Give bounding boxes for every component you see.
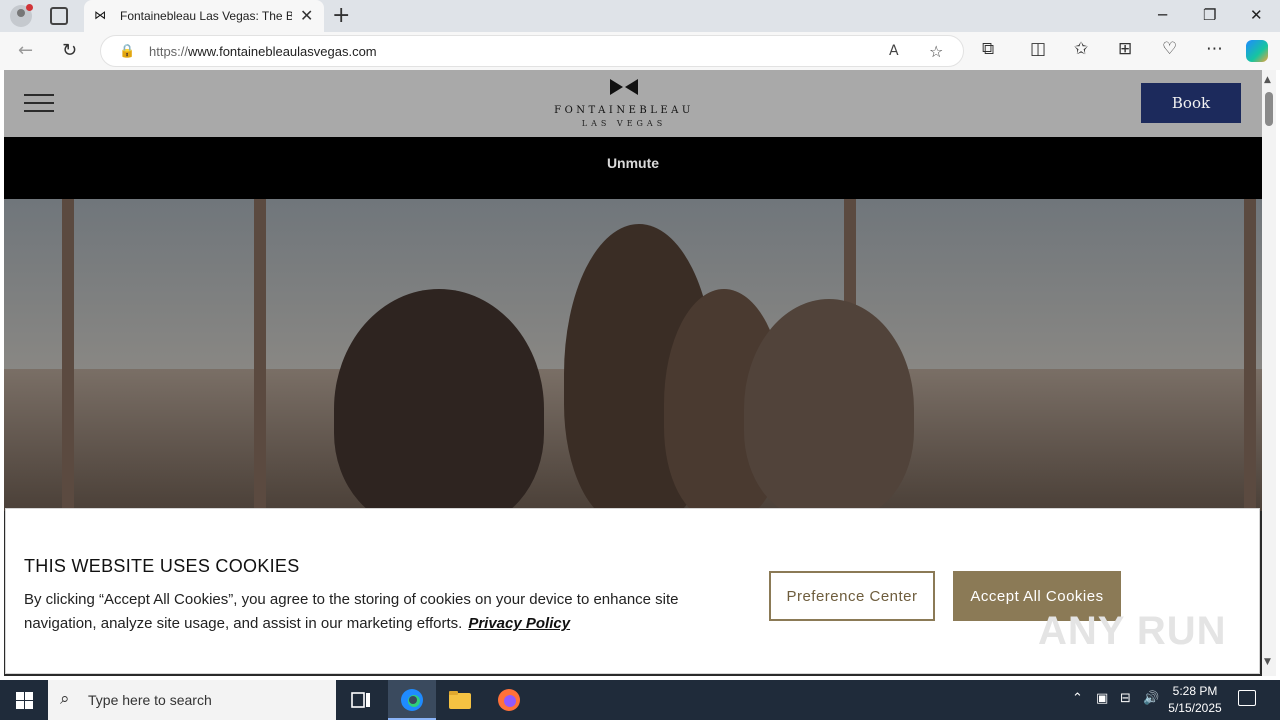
collections-icon[interactable]: ⊞ (1118, 39, 1132, 59)
hero-video-image (4, 199, 1262, 511)
browser-tab-active[interactable]: ⋈ Fontainebleau Las Vegas: The Best ✕ (84, 0, 324, 32)
clock-date: 5/15/2025 (1168, 701, 1222, 715)
hero-person (744, 299, 914, 511)
window-restore-icon[interactable]: ❐ (1203, 6, 1216, 24)
preference-center-button[interactable]: Preference Center (769, 571, 935, 621)
logo-name: FONTAINEBLEAU (554, 105, 694, 116)
lock-icon[interactable]: 🔒 (119, 44, 135, 59)
url-host: www.fontainebleaulasvegas.com (188, 44, 377, 59)
privacy-policy-link[interactable]: Privacy Policy (468, 615, 570, 632)
address-bar[interactable]: 🔒 https://www.fontainebleaulasvegas.com … (100, 35, 964, 67)
book-button[interactable]: Book (1141, 83, 1241, 123)
notification-center-icon[interactable] (1238, 690, 1256, 706)
windows-start-icon[interactable] (16, 692, 33, 709)
scroll-down-icon[interactable]: ▼ (1264, 657, 1271, 667)
tab-title: Fontainebleau Las Vegas: The Best (120, 9, 292, 23)
favorite-star-icon[interactable]: ☆ (929, 42, 943, 61)
watermark-logo: ANY RUN (1038, 609, 1227, 653)
cookie-title: THIS WEBSITE USES COOKIES (24, 556, 300, 576)
network-icon[interactable]: ⊟ (1120, 691, 1131, 706)
back-icon[interactable]: ← (18, 40, 33, 61)
taskbar-clock[interactable]: 5:28 PM 5/15/2025 (1160, 683, 1230, 717)
tab-actions-icon[interactable] (50, 7, 68, 25)
address-url[interactable]: https://www.fontainebleaulasvegas.com (149, 44, 377, 59)
menu-hamburger-icon[interactable] (24, 94, 54, 114)
new-tab-icon[interactable]: + (332, 3, 350, 28)
video-control-bar: Unmute (4, 137, 1262, 199)
site-logo[interactable]: FONTAINEBLEAU LAS VEGAS (544, 78, 704, 130)
browser-toolbar: ← ↻ 🔒 https://www.fontainebleaulasvegas.… (0, 32, 1280, 70)
scroll-thumb[interactable] (1265, 92, 1273, 126)
site-header: FONTAINEBLEAU LAS VEGAS Book (4, 70, 1262, 137)
tray-chevron-icon[interactable]: ⌃ (1072, 691, 1083, 706)
scroll-up-icon[interactable]: ▲ (1264, 75, 1271, 85)
page-scrollbar[interactable]: ▲ ▼ (1262, 70, 1276, 676)
clock-time: 5:28 PM (1172, 684, 1218, 698)
site-favicon-icon: ⋈ (94, 8, 106, 22)
refresh-icon[interactable]: ↻ (62, 40, 77, 61)
taskbar-search-placeholder: Type here to search (88, 692, 212, 708)
tray-device-icon[interactable]: ▣ (1096, 691, 1108, 706)
more-menu-icon[interactable]: ⋯ (1206, 39, 1223, 59)
window-close-icon[interactable]: ✕ (1250, 6, 1263, 24)
task-view-icon[interactable] (348, 687, 374, 713)
profile-notification-dot (26, 4, 33, 11)
file-explorer-icon[interactable] (447, 687, 473, 713)
window-minimize-icon[interactable]: ─ (1158, 6, 1167, 24)
tab-close-icon[interactable]: ✕ (300, 6, 313, 25)
search-icon: ⌕ (60, 689, 70, 709)
taskbar-search[interactable]: ⌕ Type here to search (48, 680, 336, 720)
favorites-icon[interactable]: ✩ (1074, 39, 1088, 59)
logo-subtitle: LAS VEGAS (581, 119, 667, 128)
windows-taskbar: ⌕ Type here to search ⌃ ▣ ⊟ 🔊 5:28 PM 5/… (0, 680, 1280, 720)
cookie-body-text: By clicking “Accept All Cookies”, you ag… (24, 591, 679, 632)
edge-icon (401, 689, 423, 711)
extensions-icon[interactable]: ⧉ (982, 39, 994, 59)
volume-icon[interactable]: 🔊 (1143, 691, 1159, 706)
window-frame (254, 199, 266, 511)
split-screen-icon[interactable]: ◫ (1030, 39, 1046, 59)
cookie-banner: THIS WEBSITE USES COOKIES By clicking “A… (5, 508, 1260, 674)
browser-tabbar: ⋈ Fontainebleau Las Vegas: The Best ✕ + … (0, 0, 1280, 32)
cookie-body: By clicking “Accept All Cookies”, you ag… (24, 588, 744, 636)
url-scheme: https:// (149, 44, 189, 59)
unmute-button[interactable]: Unmute (4, 155, 1262, 171)
read-aloud-icon[interactable]: A (889, 43, 899, 59)
bowtie-logo-icon (610, 79, 638, 95)
taskbar-edge-active[interactable] (388, 680, 436, 720)
firefox-icon[interactable] (496, 687, 522, 713)
window-frame (62, 199, 74, 511)
window-frame (1244, 199, 1256, 511)
copilot-icon[interactable] (1246, 40, 1268, 62)
browser-essentials-icon[interactable]: ♡ (1162, 39, 1177, 59)
